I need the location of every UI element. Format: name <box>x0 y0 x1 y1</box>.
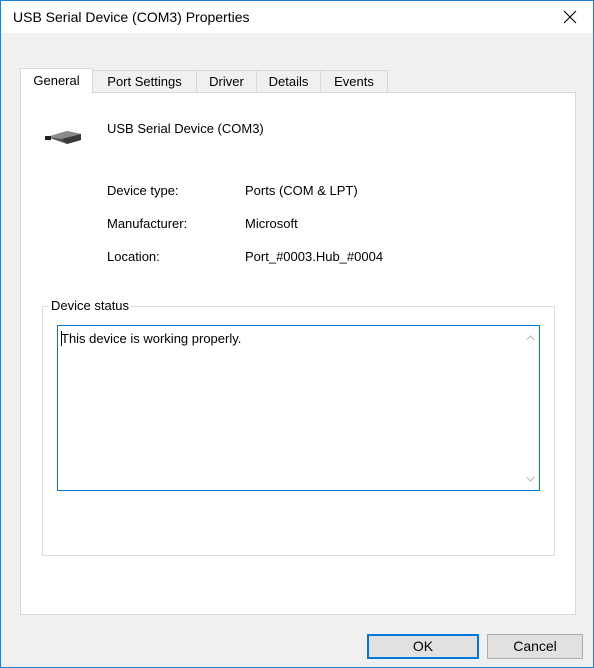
chevron-down-icon[interactable] <box>525 473 536 484</box>
tab-label: Details <box>268 74 309 89</box>
tab-label: Events <box>334 74 374 89</box>
title-bar[interactable]: USB Serial Device (COM3) Properties <box>1 1 593 33</box>
close-icon <box>563 10 577 24</box>
tab-label: Driver <box>209 74 244 89</box>
tab-details[interactable]: Details <box>256 70 321 92</box>
location-label: Location: <box>107 249 160 264</box>
tab-label: General <box>33 73 80 88</box>
device-name: USB Serial Device (COM3) <box>107 121 264 136</box>
window-title: USB Serial Device (COM3) Properties <box>13 9 250 25</box>
device-status-textbox[interactable]: This device is working properly. <box>57 325 540 491</box>
cancel-button[interactable]: Cancel <box>487 634 583 659</box>
manufacturer-value: Microsoft <box>245 216 298 231</box>
tab-port-settings[interactable]: Port Settings <box>92 70 197 92</box>
close-button[interactable] <box>547 1 593 33</box>
status-scrollbar[interactable] <box>522 326 539 490</box>
device-status-text: This device is working properly. <box>61 331 242 346</box>
cancel-button-label: Cancel <box>513 638 557 654</box>
tab-driver[interactable]: Driver <box>196 70 257 92</box>
chevron-up-icon[interactable] <box>525 333 536 344</box>
manufacturer-label: Manufacturer: <box>107 216 188 231</box>
ok-button-label: OK <box>412 638 434 654</box>
tab-label: Port Settings <box>107 74 182 89</box>
ok-button[interactable]: OK <box>367 634 479 659</box>
device-type-value: Ports (COM & LPT) <box>245 183 358 198</box>
general-tab-panel: USB Serial Device (COM3) Device type: Po… <box>20 92 576 615</box>
location-value: Port_#0003.Hub_#0004 <box>245 249 384 264</box>
device-status-label: Device status <box>49 298 132 314</box>
device-type-label: Device type: <box>107 183 179 198</box>
tab-general[interactable]: General <box>20 68 93 94</box>
tab-events[interactable]: Events <box>320 70 388 92</box>
device-status-group: Device status This device is working pro… <box>42 298 555 556</box>
serial-connector-icon <box>45 131 81 144</box>
properties-dialog: USB Serial Device (COM3) Properties Gene… <box>0 0 594 668</box>
